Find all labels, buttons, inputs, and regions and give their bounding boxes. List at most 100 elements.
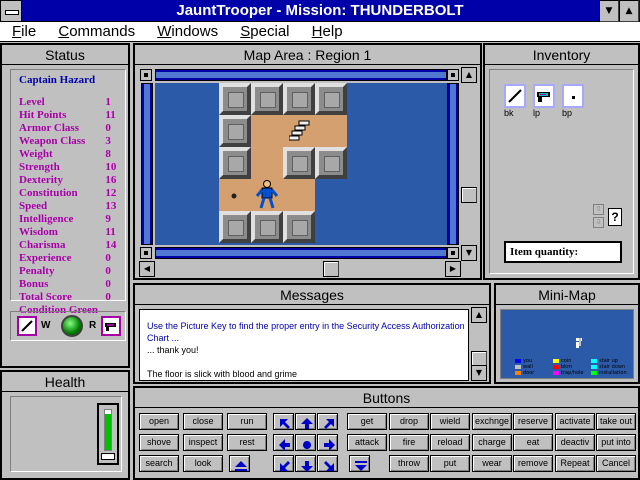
open-button[interactable]: open [139, 413, 179, 430]
stat-label: Strength [19, 161, 60, 173]
inventory-slot-bp[interactable]: bp [562, 84, 588, 118]
bomb-pack-icon [562, 84, 584, 108]
baton-icon [504, 84, 526, 108]
look-button[interactable]: look [183, 455, 223, 472]
arrow-left-icon [279, 439, 290, 451]
stat-row: Experience 0 [19, 252, 125, 265]
ranged-weapon-slot[interactable] [101, 316, 121, 336]
put-button[interactable]: put [430, 455, 470, 472]
menu-commands[interactable]: Commands [52, 22, 141, 42]
window-title: JauntTrooper - Mission: THUNDERBOLT [176, 2, 464, 19]
put-into-button[interactable]: put into [596, 434, 636, 451]
attack-button[interactable]: attack [347, 434, 387, 451]
scroll-up-icon[interactable]: ▲ [471, 307, 487, 323]
menu-help[interactable]: Help [306, 22, 349, 42]
inventory-slot-bk[interactable]: bk [504, 84, 530, 118]
arrow-up-left-button[interactable] [273, 413, 294, 430]
menu-windows[interactable]: Windows [151, 22, 224, 42]
message-log[interactable]: Use the Picture Key to find the proper e… [139, 309, 469, 381]
inventory-scroll: ⇧ ⇩ [593, 204, 604, 230]
inspect-button[interactable]: inspect [183, 434, 223, 451]
scroll-right-icon[interactable]: ▶ [445, 261, 461, 277]
drop-button[interactable]: drop [389, 413, 429, 430]
wall-tile [219, 115, 251, 147]
rest-button[interactable]: rest [227, 434, 267, 451]
shove-button[interactable]: shove [139, 434, 179, 451]
arrow-down-left-icon [280, 461, 290, 471]
scroll-up-icon[interactable]: ▲ [461, 67, 477, 83]
arrow-down-right-button[interactable] [317, 455, 338, 472]
inventory-help-button[interactable]: ? [608, 208, 622, 226]
deactiv-button[interactable]: deactiv [555, 434, 595, 451]
charge-button[interactable]: charge [472, 434, 512, 451]
stair-down-button[interactable] [349, 455, 370, 472]
stat-label: Intelligence [19, 213, 74, 225]
scroll-left-icon[interactable]: ◀ [139, 261, 155, 277]
stat-row: Armor Class 0 [19, 122, 125, 135]
menu-special[interactable]: Special [234, 22, 295, 42]
stat-value: 11 [105, 109, 116, 121]
maximize-button[interactable]: ▲ [619, 0, 639, 22]
messages-vscroll[interactable]: ▲ ▼ [471, 307, 487, 381]
stat-label: Weight [19, 148, 53, 160]
inventory-up-icon[interactable]: ⇧ [593, 204, 604, 215]
stat-value: 10 [105, 161, 117, 173]
arrow-right-button[interactable] [317, 434, 338, 451]
stat-row: Constitution 12 [19, 187, 125, 200]
scroll-down-icon[interactable]: ▼ [461, 245, 477, 261]
fire-button[interactable]: fire [389, 434, 429, 451]
stat-value: 3 [105, 135, 111, 147]
arrow-up-button[interactable] [295, 413, 316, 430]
throw-button[interactable]: throw [389, 455, 429, 472]
arrow-up-right-button[interactable] [317, 413, 338, 430]
wall-tile [251, 211, 283, 243]
melee-weapon-slot[interactable] [17, 316, 37, 336]
stat-value: 0 [105, 278, 111, 290]
close-button[interactable]: close [183, 413, 223, 430]
floor-tile [251, 115, 283, 147]
scroll-down-icon[interactable]: ▼ [471, 365, 487, 381]
map-hscroll-thumb[interactable] [323, 261, 339, 277]
inventory-slot-lp[interactable]: lp [533, 84, 559, 118]
minimize-button[interactable]: ▼ [599, 0, 619, 22]
stat-row: Penalty 0 [19, 265, 125, 278]
stat-label: Total Score [19, 291, 72, 303]
center-dot-button[interactable] [295, 434, 316, 451]
inventory-down-icon[interactable]: ⇩ [593, 217, 604, 228]
legend-swatch [591, 364, 597, 369]
menu-file[interactable]: File [0, 22, 42, 42]
stat-row: Hit Points 11 [19, 109, 125, 122]
eat-button[interactable]: eat [513, 434, 553, 451]
map-corner [447, 247, 459, 259]
stair-up-button[interactable] [229, 455, 250, 472]
status-title: Status [2, 45, 128, 65]
reload-button[interactable]: reload [430, 434, 470, 451]
remove-button[interactable]: remove [513, 455, 553, 472]
system-menu-button[interactable] [0, 0, 22, 22]
map-vscroll-thumb[interactable] [461, 187, 477, 203]
map-view[interactable] [139, 67, 459, 261]
arrow-down-button[interactable] [295, 455, 316, 472]
run-button[interactable]: run [227, 413, 267, 430]
legend-swatch [591, 358, 597, 363]
wield-button[interactable]: wield [430, 413, 470, 430]
message-line: The floor is slick with blood and grime [147, 369, 298, 379]
inventory-slot-label: bp [562, 108, 573, 118]
reserve-button[interactable]: reserve [513, 413, 553, 430]
stat-value: 1 [105, 96, 111, 108]
cancel-button[interactable]: Cancel [596, 455, 636, 472]
activate-button[interactable]: activate [555, 413, 595, 430]
player-trooper-icon [255, 180, 279, 209]
repeat-button[interactable]: Repeat [555, 455, 595, 472]
exchnge-button[interactable]: exchnge [472, 413, 512, 430]
map-vscroll[interactable]: ▲ ▼ [461, 67, 477, 261]
get-button[interactable]: get [347, 413, 387, 430]
arrow-down-left-button[interactable] [273, 455, 294, 472]
search-button[interactable]: search [139, 455, 179, 472]
take-out-button[interactable]: take out [596, 413, 636, 430]
map-hscroll[interactable]: ◀ ▶ [139, 261, 461, 277]
wear-button[interactable]: wear [472, 455, 512, 472]
stat-row: Weight 8 [19, 148, 125, 161]
arrow-left-button[interactable] [273, 434, 294, 451]
minimap-view[interactable]: you coin stair up wall bkm stair down door trap… [500, 309, 634, 379]
